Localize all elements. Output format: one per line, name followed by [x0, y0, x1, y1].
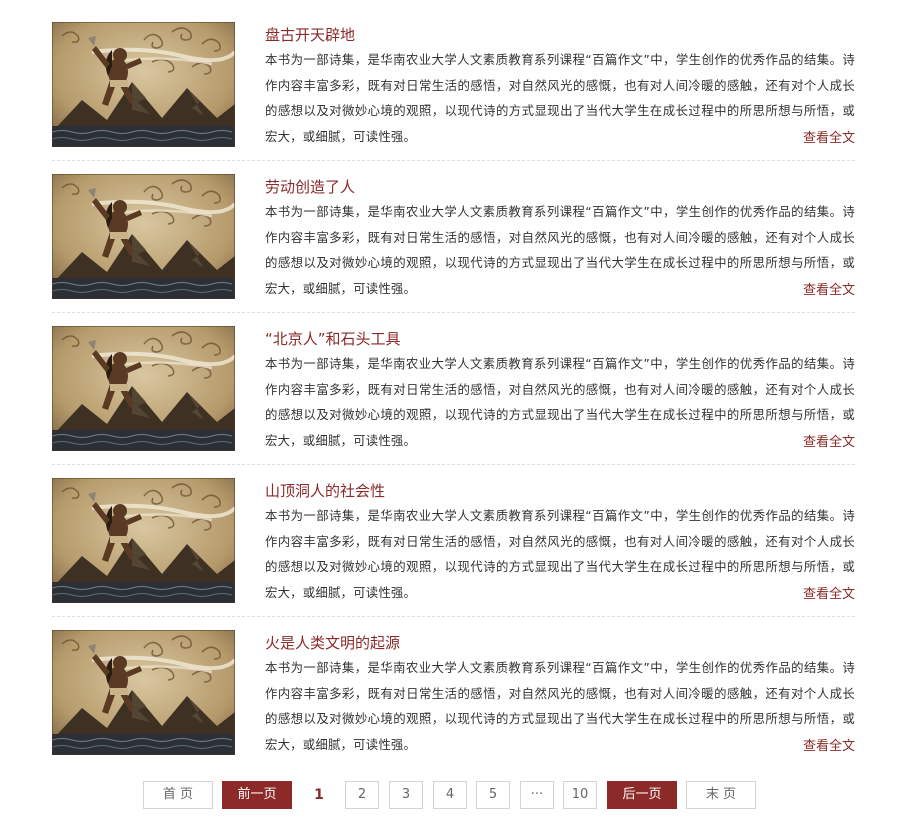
article-thumbnail[interactable]: [52, 326, 235, 451]
list-item: 火是人类文明的起源 本书为一部诗集，是华南农业大学人文素质教育系列课程“百篇作文…: [52, 630, 855, 768]
article-summary: 本书为一部诗集，是华南农业大学人文素质教育系列课程“百篇作文”中，学生创作的优秀…: [265, 508, 855, 601]
article-title[interactable]: 火是人类文明的起源: [265, 632, 855, 654]
article-title[interactable]: 盘古开天辟地: [265, 24, 855, 46]
next-page-button[interactable]: 后一页: [607, 781, 677, 809]
page-number[interactable]: 5: [476, 781, 510, 809]
read-more-link[interactable]: 查看全文: [796, 582, 855, 607]
article-summary: 本书为一部诗集，是华南农业大学人文素质教育系列课程“百篇作文”中，学生创作的优秀…: [265, 660, 855, 753]
article-content: “北京人”和石头工具 本书为一部诗集，是华南农业大学人文素质教育系列课程“百篇作…: [265, 326, 855, 455]
last-page-button[interactable]: 末 页: [686, 781, 756, 809]
article-thumbnail[interactable]: [52, 630, 235, 755]
list-item: 山顶洞人的社会性 本书为一部诗集，是华南农业大学人文素质教育系列课程“百篇作文”…: [52, 478, 855, 617]
article-thumbnail[interactable]: [52, 174, 235, 299]
page-number[interactable]: 4: [433, 781, 467, 809]
article-summary: 本书为一部诗集，是华南农业大学人文素质教育系列课程“百篇作文”中，学生创作的优秀…: [265, 204, 855, 297]
first-page-button[interactable]: 首 页: [143, 781, 213, 809]
article-list: 盘古开天辟地 本书为一部诗集，是华南农业大学人文素质教育系列课程“百篇作文”中，…: [52, 22, 855, 781]
article-summary: 本书为一部诗集，是华南农业大学人文素质教育系列课程“百篇作文”中，学生创作的优秀…: [265, 356, 855, 449]
article-thumbnail[interactable]: [52, 22, 235, 147]
article-thumbnail[interactable]: [52, 478, 235, 603]
read-more-link[interactable]: 查看全文: [796, 126, 855, 151]
article-content: 火是人类文明的起源 本书为一部诗集，是华南农业大学人文素质教育系列课程“百篇作文…: [265, 630, 855, 759]
article-title[interactable]: “北京人”和石头工具: [265, 328, 855, 350]
page-number-current[interactable]: 1: [301, 781, 337, 809]
prev-page-button[interactable]: 前一页: [222, 781, 292, 809]
page-number[interactable]: 2: [345, 781, 379, 809]
read-more-link[interactable]: 查看全文: [796, 278, 855, 303]
article-content: 劳动创造了人 本书为一部诗集，是华南农业大学人文素质教育系列课程“百篇作文”中，…: [265, 174, 855, 303]
article-summary: 本书为一部诗集，是华南农业大学人文素质教育系列课程“百篇作文”中，学生创作的优秀…: [265, 52, 855, 145]
read-more-link[interactable]: 查看全文: [796, 734, 855, 759]
list-item: “北京人”和石头工具 本书为一部诗集，是华南农业大学人文素质教育系列课程“百篇作…: [52, 326, 855, 465]
page-number[interactable]: 10: [563, 781, 597, 809]
article-content: 山顶洞人的社会性 本书为一部诗集，是华南农业大学人文素质教育系列课程“百篇作文”…: [265, 478, 855, 607]
page-number[interactable]: 3: [389, 781, 423, 809]
page-ellipsis: ···: [520, 781, 554, 809]
read-more-link[interactable]: 查看全文: [796, 430, 855, 455]
article-content: 盘古开天辟地 本书为一部诗集，是华南农业大学人文素质教育系列课程“百篇作文”中，…: [265, 22, 855, 151]
article-title[interactable]: 山顶洞人的社会性: [265, 480, 855, 502]
pagination: 首 页 前一页 1 2 3 4 5 ··· 10 后一页 末 页: [0, 781, 913, 809]
list-item: 盘古开天辟地 本书为一部诗集，是华南农业大学人文素质教育系列课程“百篇作文”中，…: [52, 22, 855, 161]
article-title[interactable]: 劳动创造了人: [265, 176, 855, 198]
list-item: 劳动创造了人 本书为一部诗集，是华南农业大学人文素质教育系列课程“百篇作文”中，…: [52, 174, 855, 313]
